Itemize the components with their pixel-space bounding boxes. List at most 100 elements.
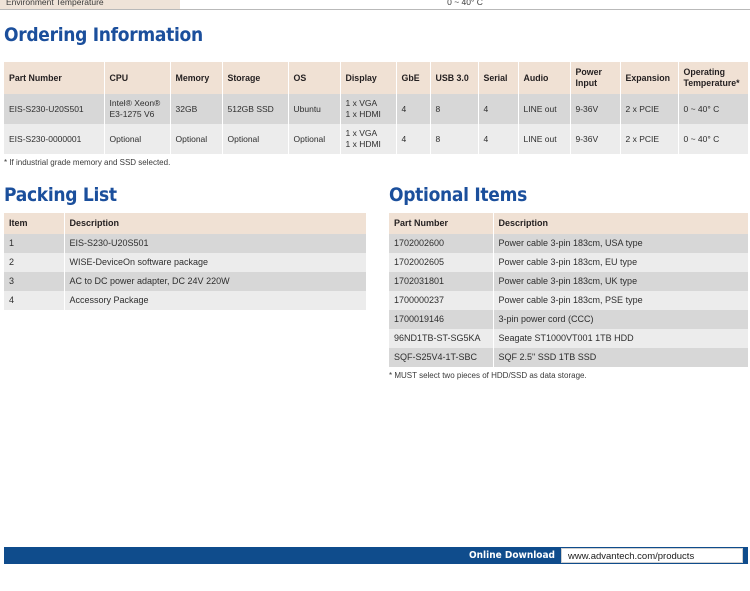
th-expansion: Expansion xyxy=(620,62,679,94)
cell-description: EIS-S230-U20S501 xyxy=(64,234,366,253)
table-row: 96ND1TB-ST-SG5KA Seagate ST1000VT001 1TB… xyxy=(389,329,748,348)
table-row: 1702002600 Power cable 3-pin 183cm, USA … xyxy=(389,234,748,253)
cell-cpu: Optional xyxy=(104,124,171,154)
packing-list-section: Packing List Item Description 1 EIS-S230… xyxy=(4,184,366,310)
th-cpu: CPU xyxy=(104,62,171,94)
cell-os: Ubuntu xyxy=(288,94,341,124)
cell-expansion: 2 x PCIE xyxy=(620,124,679,154)
cell-serial: 4 xyxy=(478,94,519,124)
th-description: Description xyxy=(64,213,366,234)
cell-part-number: 1702002605 xyxy=(389,253,494,272)
table-row: 3 AC to DC power adapter, DC 24V 220W xyxy=(4,272,366,291)
table-row: EIS-S230-U20S501 Intel® Xeon® E3-1275 V6… xyxy=(4,94,748,124)
ordering-table-element: Part Number CPU Memory Storage OS Displa… xyxy=(4,62,748,154)
table-row: 1 EIS-S230-U20S501 xyxy=(4,234,366,253)
cell-description: Power cable 3-pin 183cm, PSE type xyxy=(493,291,748,310)
optional-items-body: 1702002600 Power cable 3-pin 183cm, USA … xyxy=(389,234,748,367)
cell-operating-temperature: 0 ~ 40° C xyxy=(678,124,748,154)
cell-os: Optional xyxy=(288,124,341,154)
th-usb: USB 3.0 xyxy=(430,62,479,94)
optional-header-row: Part Number Description xyxy=(389,213,748,234)
packing-list-title: Packing List xyxy=(4,184,117,206)
ordering-information-title: Ordering Information xyxy=(4,24,203,46)
cell-audio: LINE out xyxy=(518,124,571,154)
th-power-input: Power Input xyxy=(570,62,621,94)
th-memory: Memory xyxy=(170,62,223,94)
th-part-number: Part Number xyxy=(4,62,105,94)
cell-description: WISE-DeviceOn software package xyxy=(64,253,366,272)
table-row: 1700019146 3-pin power cord (CCC) xyxy=(389,310,748,329)
th-storage: Storage xyxy=(222,62,289,94)
ordering-table-body: EIS-S230-U20S501 Intel® Xeon® E3-1275 V6… xyxy=(4,94,748,154)
cell-usb: 8 xyxy=(430,94,479,124)
th-serial: Serial xyxy=(478,62,519,94)
cell-storage: Optional xyxy=(222,124,289,154)
th-display: Display xyxy=(340,62,397,94)
th-part-number: Part Number xyxy=(389,213,494,234)
optional-items-table: Part Number Description 1702002600 Power… xyxy=(389,213,748,367)
table-row: 1702002605 Power cable 3-pin 183cm, EU t… xyxy=(389,253,748,272)
cell-power-input: 9-36V xyxy=(570,124,621,154)
ordering-footnote: * If industrial grade memory and SSD sel… xyxy=(4,158,171,167)
cell-expansion: 2 x PCIE xyxy=(620,94,679,124)
cell-operating-temperature: 0 ~ 40° C xyxy=(678,94,748,124)
ordering-information-table: Part Number CPU Memory Storage OS Displa… xyxy=(4,62,748,167)
cell-description: Accessory Package xyxy=(64,291,366,310)
cell-part-number: 96ND1TB-ST-SG5KA xyxy=(389,329,494,348)
online-download-group: Online Download www.advantech.com/produc… xyxy=(469,547,743,564)
cell-description: Power cable 3-pin 183cm, EU type xyxy=(493,253,748,272)
packing-list-table: Item Description 1 EIS-S230-U20S501 2 WI… xyxy=(4,213,366,310)
cell-storage: 512GB SSD xyxy=(222,94,289,124)
packing-header-row: Item Description xyxy=(4,213,366,234)
optional-items-section: Optional Items Part Number Description 1… xyxy=(389,184,748,380)
optional-items-title: Optional Items xyxy=(389,184,527,206)
cell-display: 1 x VGA 1 x HDMI xyxy=(340,94,397,124)
cell-part-number: 1700019146 xyxy=(389,310,494,329)
table-row: SQF-S25V4-1T-SBC SQF 2.5" SSD 1TB SSD xyxy=(389,348,748,367)
cell-part-number: 1700000237 xyxy=(389,291,494,310)
cell-description: 3-pin power cord (CCC) xyxy=(493,310,748,329)
cell-item: 1 xyxy=(4,234,65,253)
table-row: 4 Accessory Package xyxy=(4,291,366,310)
optional-items-head: Part Number Description xyxy=(389,213,748,234)
cell-display: 1 x VGA 1 x HDMI xyxy=(340,124,397,154)
table-row: EIS-S230-0000001 Optional Optional Optio… xyxy=(4,124,748,154)
table-row: 1700000237 Power cable 3-pin 183cm, PSE … xyxy=(389,291,748,310)
th-os: OS xyxy=(288,62,341,94)
table-row: 2 WISE-DeviceOn software package xyxy=(4,253,366,272)
ordering-table-head: Part Number CPU Memory Storage OS Displa… xyxy=(4,62,748,94)
download-url-box[interactable]: www.advantech.com/products xyxy=(561,548,743,563)
footer-bar: Online Download www.advantech.com/produc… xyxy=(4,547,748,564)
cell-description: Power cable 3-pin 183cm, USA type xyxy=(493,234,748,253)
th-item: Item xyxy=(4,213,65,234)
cell-part-number: EIS-S230-0000001 xyxy=(4,124,105,154)
cell-part-number: 1702031801 xyxy=(389,272,494,291)
cell-description: Power cable 3-pin 183cm, UK type xyxy=(493,272,748,291)
cell-part-number: 1702002600 xyxy=(389,234,494,253)
th-gbe: GbE xyxy=(396,62,431,94)
cell-audio: LINE out xyxy=(518,94,571,124)
cell-serial: 4 xyxy=(478,124,519,154)
cell-gbe: 4 xyxy=(396,124,431,154)
th-operating-temperature: Operating Temperature* xyxy=(678,62,748,94)
cell-power-input: 9-36V xyxy=(570,94,621,124)
cell-item: 3 xyxy=(4,272,65,291)
cell-gbe: 4 xyxy=(396,94,431,124)
cell-memory: 32GB xyxy=(170,94,223,124)
cell-description: AC to DC power adapter, DC 24V 220W xyxy=(64,272,366,291)
online-download-label: Online Download xyxy=(469,550,555,561)
th-description: Description xyxy=(493,213,748,234)
cell-usb: 8 xyxy=(430,124,479,154)
cell-part-number: SQF-S25V4-1T-SBC xyxy=(389,348,494,367)
packing-list-body: 1 EIS-S230-U20S501 2 WISE-DeviceOn softw… xyxy=(4,234,366,310)
cell-description: Seagate ST1000VT001 1TB HDD xyxy=(493,329,748,348)
optional-items-footnote: * MUST select two pieces of HDD/SSD as d… xyxy=(389,371,587,380)
packing-list-head: Item Description xyxy=(4,213,366,234)
cell-item: 2 xyxy=(4,253,65,272)
cell-part-number: EIS-S230-U20S501 xyxy=(4,94,105,124)
cell-memory: Optional xyxy=(170,124,223,154)
cell-item: 4 xyxy=(4,291,65,310)
ordering-header-row: Part Number CPU Memory Storage OS Displa… xyxy=(4,62,748,94)
table-row: 1702031801 Power cable 3-pin 183cm, UK t… xyxy=(389,272,748,291)
cell-cpu: Intel® Xeon® E3-1275 V6 xyxy=(104,94,171,124)
